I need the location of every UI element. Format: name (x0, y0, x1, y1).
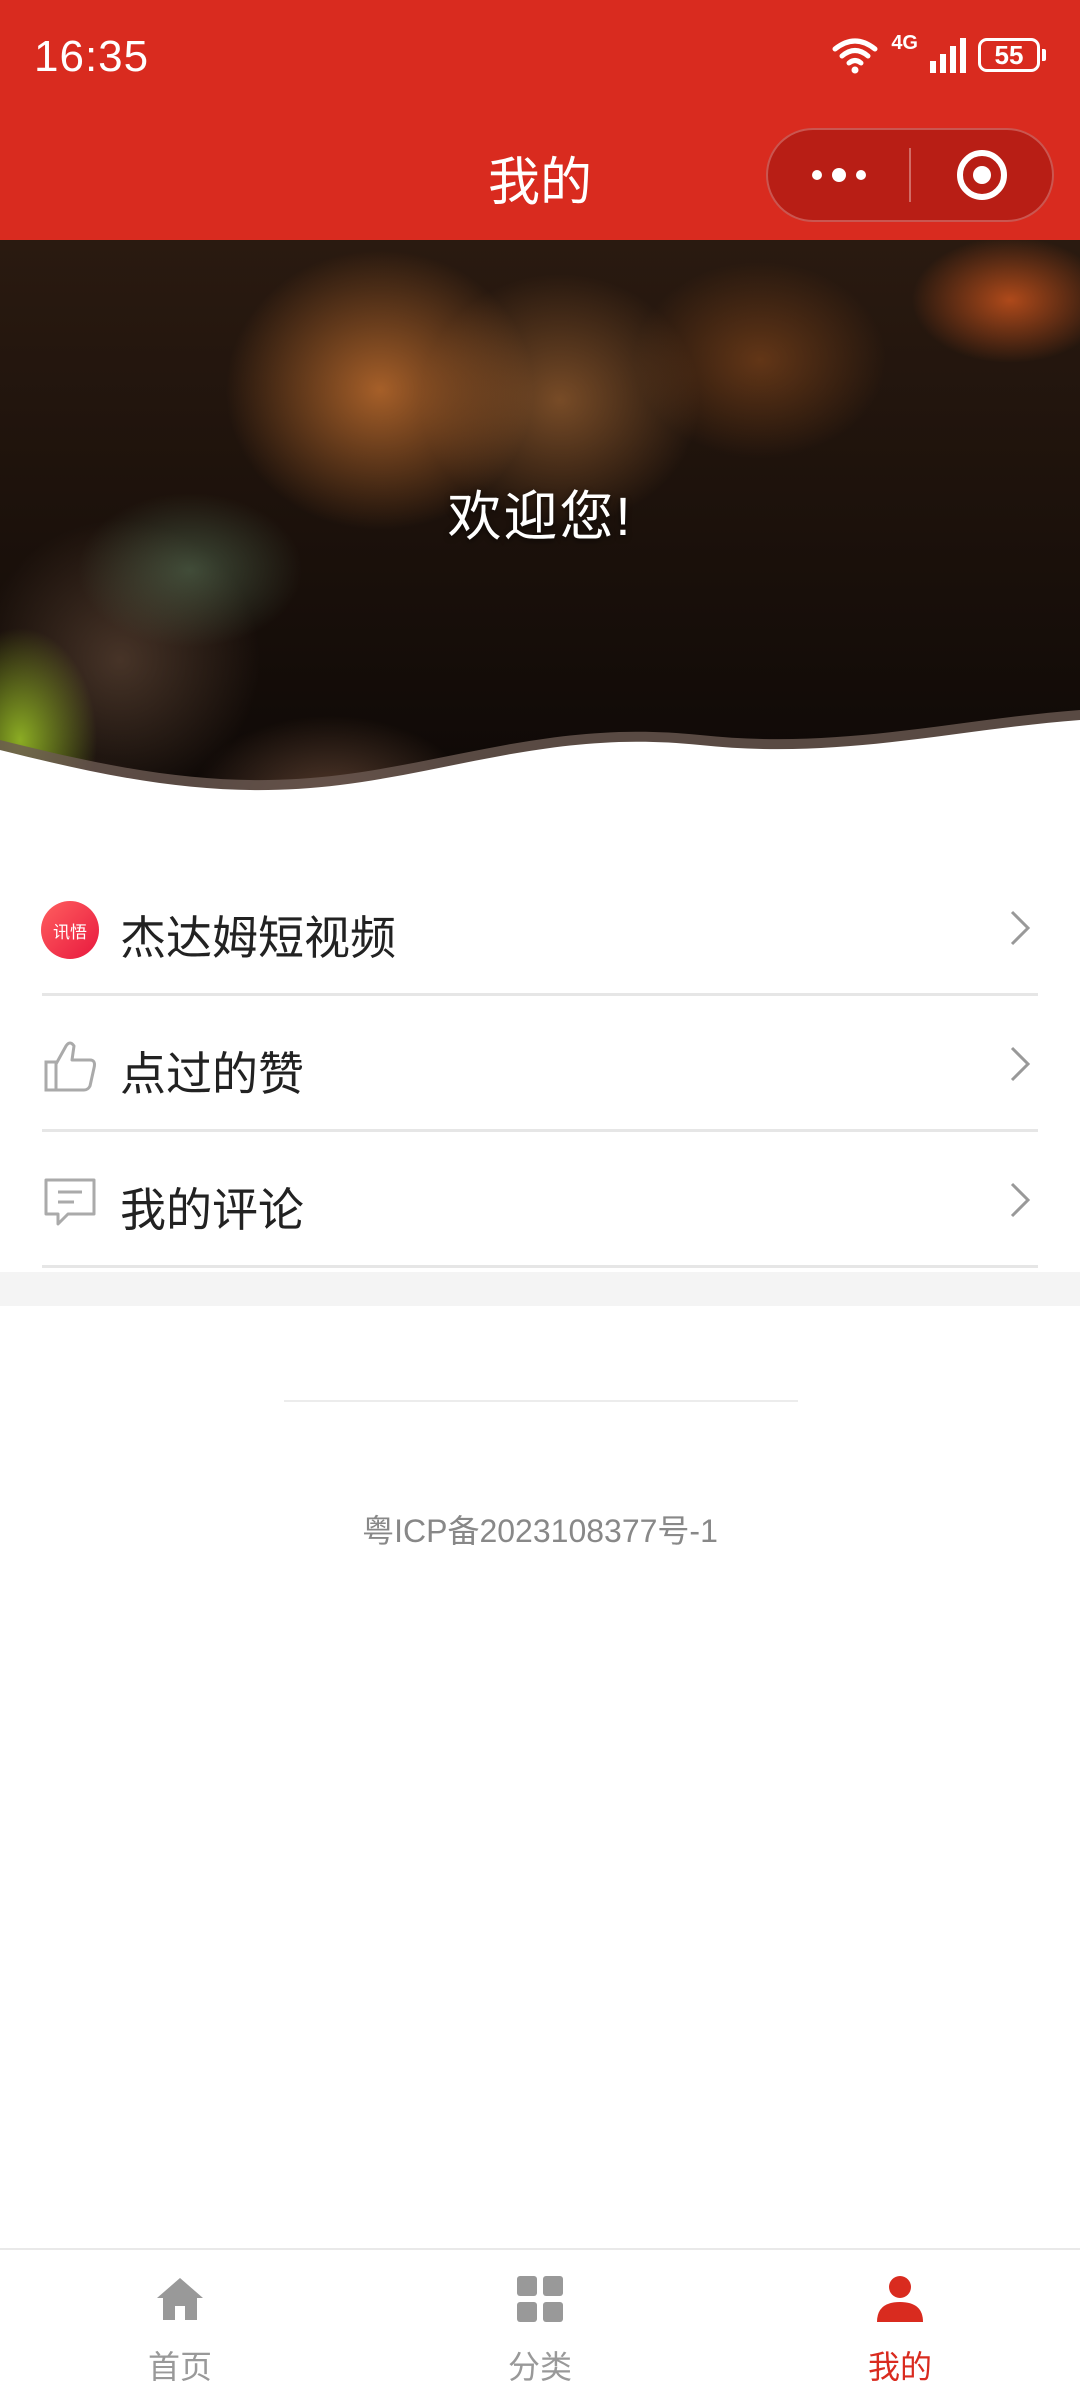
battery-icon: 55 (978, 38, 1046, 72)
comment-icon (40, 1172, 100, 1232)
menu-item-likes[interactable]: 点过的赞 (0, 996, 1080, 1132)
more-dots-icon (811, 168, 866, 182)
chevron-right-icon (1010, 1046, 1031, 1082)
menu-item-app[interactable]: 讯悟 杰达姆短视频 (0, 860, 1080, 996)
menu-item-label: 杰达姆短视频 (120, 912, 396, 964)
bottom-tab-bar: 首页 分类 我的 (0, 2248, 1080, 2402)
icp-license-text: 粤ICP备2023108377号-1 (362, 1513, 718, 1549)
menu-item-label: 点过的赞 (120, 1048, 304, 1100)
app-logo-text: 讯悟 (53, 922, 87, 942)
menu-item-comments[interactable]: 我的评论 (0, 1132, 1080, 1268)
wave-divider (0, 710, 1080, 820)
battery-level: 55 (994, 39, 1024, 70)
more-button[interactable] (768, 130, 909, 220)
wifi-icon (832, 38, 878, 74)
user-icon (877, 2276, 923, 2322)
footer-divider (284, 1400, 798, 1402)
chevron-right-icon (1010, 1182, 1031, 1218)
menu-list: 讯悟 杰达姆短视频 点过的赞 我的评论 (0, 860, 1080, 1268)
divider (42, 1265, 1038, 1268)
tab-label: 分类 (507, 2349, 572, 2385)
menu-item-label: 我的评论 (120, 1184, 304, 1236)
mini-program-capsule (766, 128, 1054, 222)
chevron-right-icon (1010, 910, 1031, 946)
tab-label: 我的 (867, 2349, 932, 2385)
tab-home[interactable]: 首页 (0, 2250, 360, 2402)
target-icon (956, 150, 1007, 200)
profile-banner: 欢迎您! (0, 240, 1080, 820)
status-icons: 4G 55 (829, 30, 1046, 80)
tab-category[interactable]: 分类 (360, 2250, 720, 2402)
grid-icon (517, 2276, 563, 2322)
section-separator (0, 1272, 1080, 1306)
signal-icon (930, 38, 966, 73)
status-time: 16:35 (34, 32, 150, 81)
close-miniprogram-button[interactable] (911, 130, 1052, 220)
app-logo-icon: 讯悟 (40, 900, 100, 960)
network-label: 4G (891, 31, 918, 54)
tab-label: 首页 (147, 2349, 212, 2385)
thumbs-up-icon (40, 1036, 100, 1096)
tab-mine[interactable]: 我的 (720, 2250, 1080, 2402)
welcome-text: 欢迎您! (447, 487, 633, 547)
home-icon (157, 2278, 203, 2320)
top-header: 16:35 4G 55 我的 (0, 0, 1080, 240)
